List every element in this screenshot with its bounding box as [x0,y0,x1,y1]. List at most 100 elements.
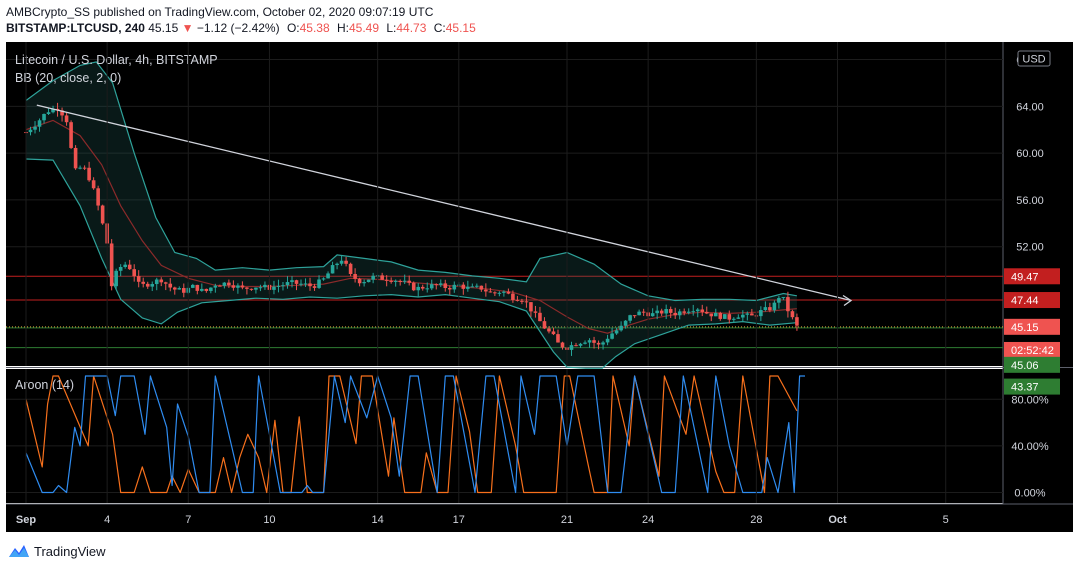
close-value: 45.15 [445,21,476,35]
candle-body [470,286,475,288]
aroon-pane [6,369,1003,503]
candle-body [118,266,123,271]
candle-body [574,345,578,347]
candle-body [497,292,502,294]
candle-body [429,284,434,289]
candle-body [145,283,150,287]
candle-body [434,284,439,286]
time-tick-label: 5 [943,514,949,526]
candle-body [438,283,443,285]
candle-body [389,280,393,282]
candle-body [172,287,177,290]
candle-body [700,309,705,312]
price-tick-label: 52.00 [1016,242,1044,254]
candle-body [330,265,335,274]
candle-body [28,129,33,133]
close-label: C: [433,21,446,35]
candle-body [195,284,200,291]
candle-body [353,274,357,279]
candle-body [294,280,299,284]
time-tick-label: 17 [453,514,465,526]
price-label-text: 45.15 [1011,322,1039,334]
currency-label: USD [1022,54,1045,66]
candle-body [506,291,511,294]
candle-body [695,309,700,312]
candle-body [321,278,326,280]
chart-header: AMBCrypto_SS published on TradingView.co… [6,4,1066,36]
candle-body [249,288,254,290]
candle-body [177,288,182,290]
candle-body [750,313,754,316]
candle-body [768,307,772,311]
price-label-text: 49.47 [1011,271,1039,283]
candle-body [69,122,73,148]
candle-body [384,279,389,281]
candle-body [96,188,100,206]
candle-body [290,280,294,283]
time-axis-pane [6,504,1003,532]
candle-body [150,284,155,287]
high-label: H: [336,21,349,35]
candle-body [425,288,430,290]
candle-body [520,300,524,302]
candle-body [763,307,768,311]
candle-body [213,285,218,288]
candle-body [560,342,565,348]
candle-body [159,279,164,283]
candle-body [272,286,276,290]
candle-body [308,283,312,287]
time-tick-label: 28 [750,514,762,526]
candle-body [493,292,497,294]
candle-body [759,310,763,317]
candle-body [335,263,339,266]
symbol-label: BITSTAMP:LTCUSD, 240 [6,21,145,35]
candle-body [727,314,732,320]
candle-body [704,311,709,314]
candle-body [538,312,542,322]
candle-body [709,313,714,317]
candle-body [637,311,641,316]
candle-body [596,342,601,345]
candle-body [181,288,186,293]
candle-body [641,311,646,313]
candle-body [772,302,777,311]
candle-body [240,285,245,288]
price-label-text: 02:52:42 [1011,345,1054,357]
candle-body [326,273,330,279]
candle-body [533,311,538,313]
candle-body [511,293,515,300]
candle-body [713,312,718,317]
candle-body [420,286,425,289]
price-label-text: 47.44 [1011,295,1039,307]
candle-body [741,314,745,318]
bb-indicator-label: BB (20, close, 2, 0) [15,71,121,85]
candle-body [276,285,281,287]
candle-body [281,285,285,287]
candle-body [411,282,416,291]
time-tick-label: Sep [16,514,36,526]
candle-body [227,282,231,286]
candle-body [488,291,493,293]
aroon-tick-label: 80.00% [1011,394,1049,406]
chart-canvas[interactable]: 68.0064.0060.0056.0052.0049.4747.4445.15… [0,42,1073,532]
candle-body [402,280,407,282]
candle-body [502,291,506,293]
candle-body [204,288,209,291]
candle-body [484,289,488,292]
aroon-tick-label: 0.00% [1014,488,1045,500]
candle-body [141,281,146,284]
candle-body [100,205,105,224]
candle-body [542,321,547,329]
aroon-pane-title: Aroon (14) [15,378,74,392]
candle-body [547,328,551,332]
candle-body [33,126,37,130]
candle-body [587,340,592,343]
candle-body [339,260,344,264]
tradingview-brand[interactable]: TradingView [34,544,106,559]
candle-body [168,283,173,288]
candle-body [91,180,96,189]
candle-body [655,310,659,314]
candle-body [650,313,655,317]
candle-body [258,287,263,289]
candle-body [732,318,736,320]
